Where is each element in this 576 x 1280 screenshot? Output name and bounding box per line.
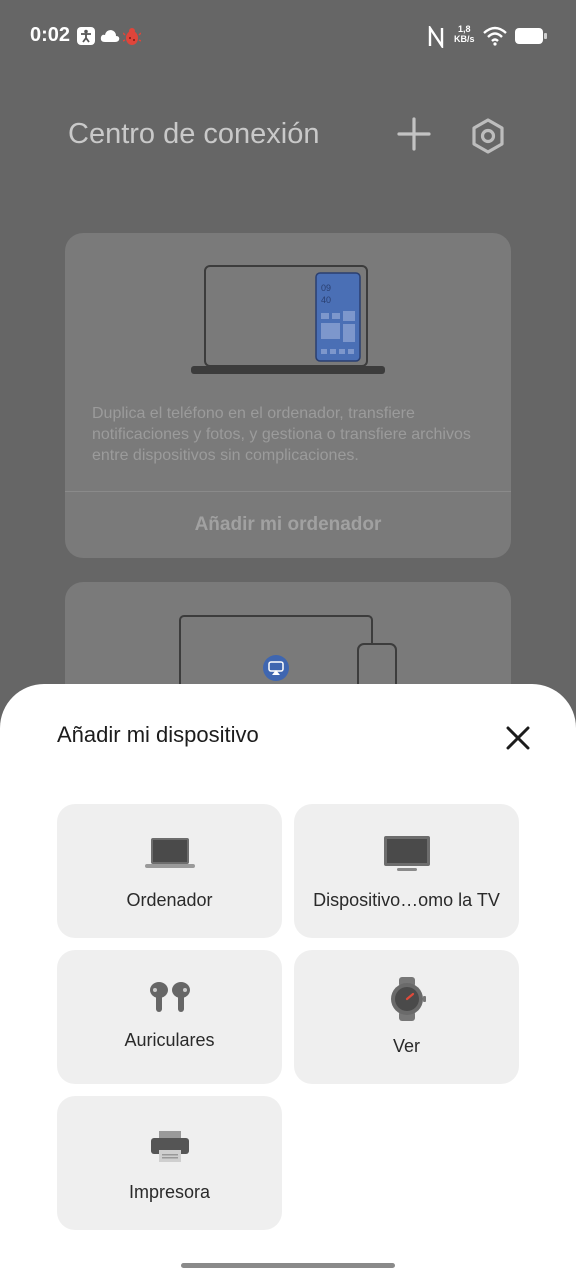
cloud-icon <box>100 30 120 42</box>
watch-icon <box>294 976 519 1022</box>
home-indicator[interactable] <box>181 1263 395 1268</box>
tile-printer[interactable]: Impresora <box>57 1096 282 1230</box>
battery-icon <box>515 28 547 44</box>
tile-computer[interactable]: Ordenador <box>57 804 282 938</box>
tile-label-tv: Dispositivo…omo la TV <box>313 890 500 910</box>
bug-icon <box>123 28 141 45</box>
tile-label-earbuds: Auriculares <box>124 1030 215 1050</box>
nfc-icon <box>428 26 444 48</box>
tile-label-watch: Ver <box>392 1036 421 1056</box>
card-description: Duplica el teléfono en el ordenador, tra… <box>92 405 471 464</box>
printer-icon <box>57 1130 282 1164</box>
network-speed-value: 1,8 <box>458 24 471 34</box>
sheet-title: Añadir mi dispositivo <box>57 722 259 747</box>
network-speed-unit: KB/s <box>454 34 475 44</box>
tile-label-computer: Ordenador <box>126 890 213 910</box>
network-speed: 1,8 KB/s <box>454 24 475 44</box>
page-title: Centro de conexión <box>68 118 320 150</box>
add-icon[interactable] <box>394 114 434 154</box>
tile-tv[interactable]: Dispositivo…omo la TV <box>294 804 519 938</box>
tile-earbuds[interactable]: Auriculares <box>57 950 282 1084</box>
tv-icon <box>294 834 519 874</box>
laptop-icon <box>57 836 282 870</box>
svg-text:40: 40 <box>321 295 331 305</box>
tile-label-printer: Impresora <box>128 1182 211 1202</box>
tile-watch[interactable]: Ver <box>294 950 519 1084</box>
add-device-sheet: Añadir mi dispositivo Ordenador Disposit… <box>0 684 576 1280</box>
wifi-icon <box>483 26 507 46</box>
status-time: 0:02 <box>30 24 71 46</box>
settings-icon[interactable] <box>468 116 508 156</box>
accessibility-icon <box>77 27 95 45</box>
close-icon[interactable] <box>500 720 536 756</box>
add-computer-button[interactable]: Añadir mi ordenador <box>65 492 511 558</box>
status-bar: 0:02 1,8 KB/s <box>0 0 576 72</box>
add-computer-card: 09 40 Duplica el teléfono en el ordenado… <box>65 233 511 558</box>
laptop-phone-illustration: 09 40 <box>191 265 385 374</box>
svg-text:09: 09 <box>321 283 331 293</box>
earbuds-icon <box>57 980 282 1016</box>
